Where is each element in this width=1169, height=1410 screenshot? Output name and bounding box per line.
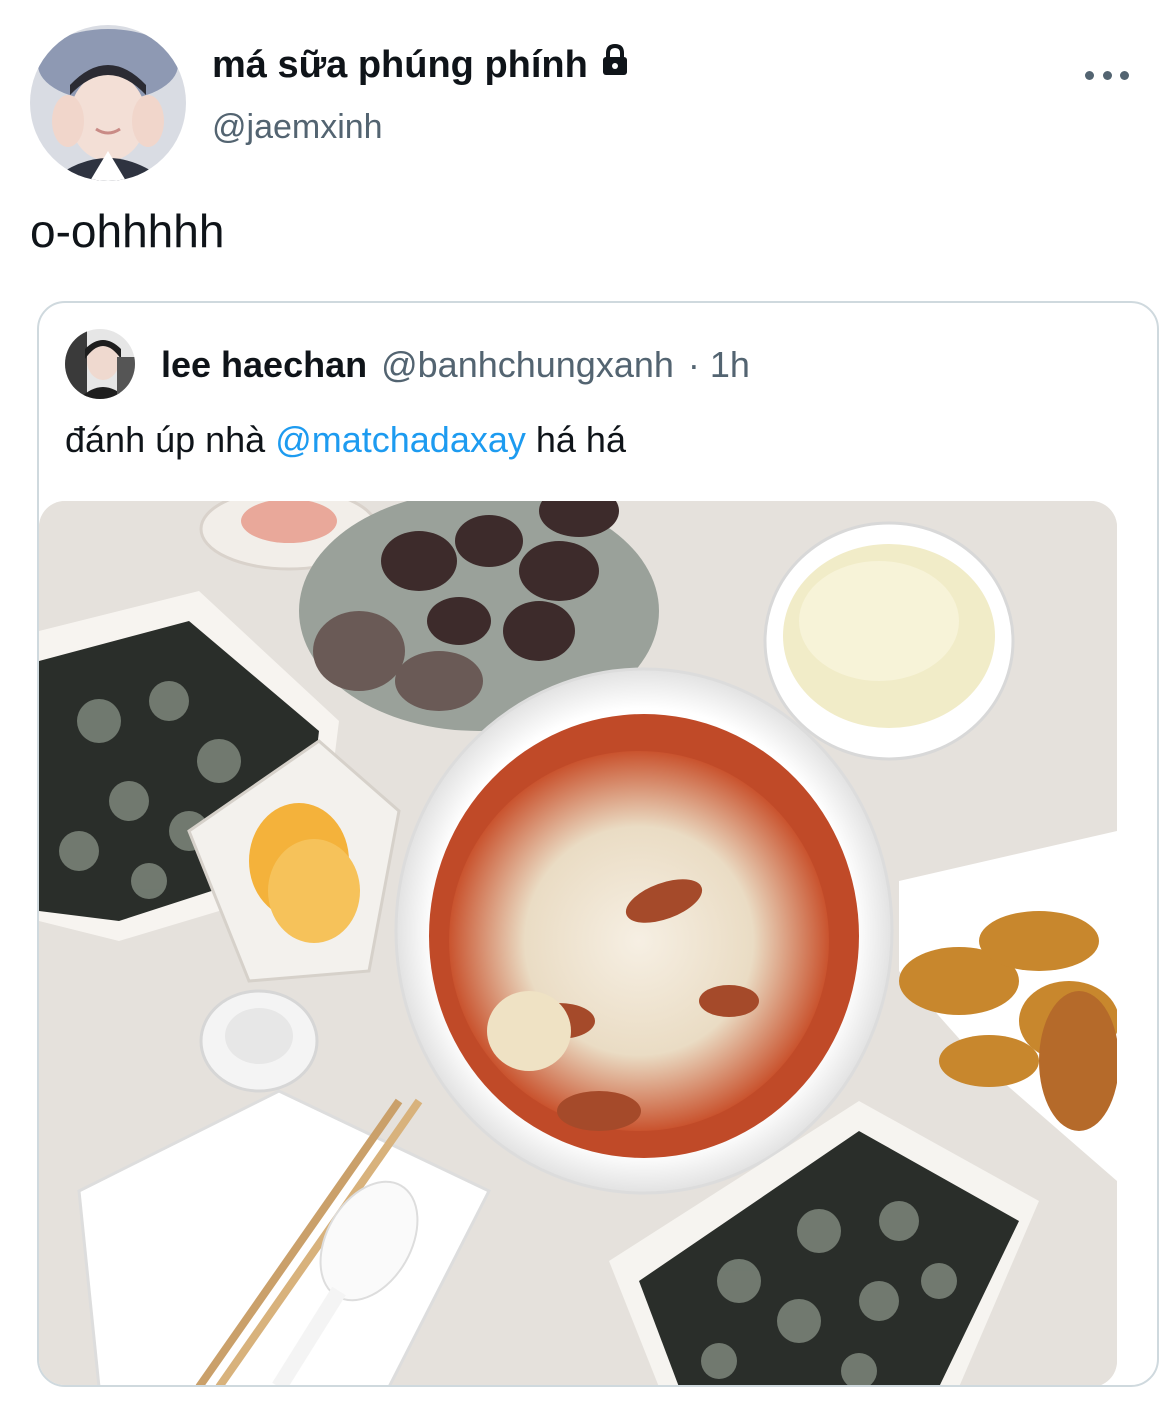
author-display-name[interactable]: má sữa phúng phính — [212, 44, 588, 87]
quoted-text: đánh úp nhà @matchadaxay há há — [65, 419, 626, 461]
quoted-header: lee haechan @banhchungxanh · 1h — [161, 343, 750, 387]
quoted-display-name[interactable]: lee haechan — [161, 344, 367, 386]
quoted-tweet[interactable]: lee haechan @banhchungxanh · 1h đánh úp … — [37, 301, 1159, 1387]
quoted-handle[interactable]: @banhchungxanh — [381, 344, 674, 386]
mention-link[interactable]: @matchadaxay — [275, 419, 526, 460]
quoted-photo[interactable] — [39, 501, 1117, 1385]
author-handle[interactable]: @jaemxinh — [212, 108, 383, 147]
quoted-text-before: đánh úp nhà — [65, 419, 276, 460]
tweet-text: o-ohhhhh — [30, 205, 225, 257]
quoted-author-avatar[interactable] — [65, 329, 135, 399]
quoted-text-after: há há — [525, 419, 626, 460]
quoted-timestamp[interactable]: · 1h — [688, 344, 750, 386]
author-name-row[interactable]: má sữa phúng phính — [212, 40, 632, 90]
lock-icon — [598, 43, 632, 87]
more-horizontal-icon[interactable] — [1085, 60, 1129, 90]
author-avatar[interactable] — [30, 25, 186, 181]
